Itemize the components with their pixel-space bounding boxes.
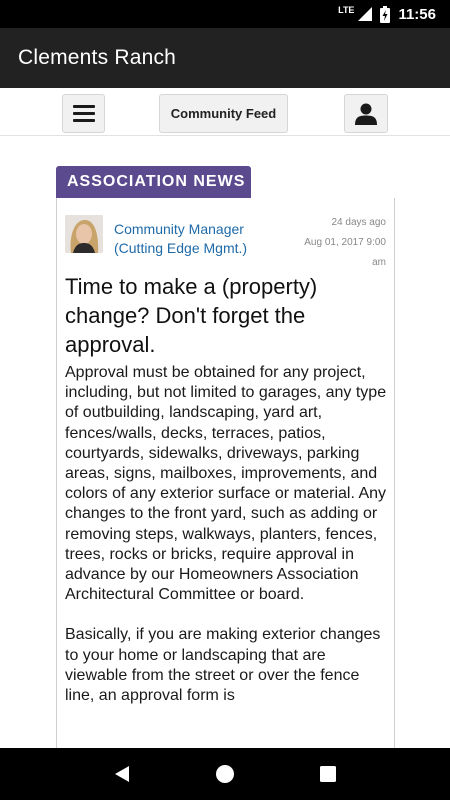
signal-icon <box>358 7 373 21</box>
app-title: Clements Ranch <box>18 46 177 69</box>
recents-icon <box>320 766 337 782</box>
post-timing: 24 days ago Aug 01, 2017 9:00 am <box>266 213 386 273</box>
network-type: LTE <box>338 5 355 15</box>
profile-button[interactable] <box>344 94 388 133</box>
author-company[interactable]: (Cutting Edge Mgmt.) <box>114 239 247 258</box>
back-button[interactable] <box>102 754 142 794</box>
body-paragraph: Approval must be obtained for any projec… <box>65 364 387 604</box>
author-role[interactable]: Community Manager <box>114 220 247 239</box>
post-date: Aug 01, 2017 9:00 <box>304 237 386 248</box>
battery-charging-icon <box>380 5 391 23</box>
clock: 11:56 <box>398 5 436 23</box>
back-icon <box>114 766 129 782</box>
home-icon <box>215 765 234 783</box>
hamburger-menu-icon <box>72 101 95 126</box>
menu-button[interactable] <box>62 94 105 133</box>
app-bar: Clements Ranch <box>0 28 450 88</box>
author-name[interactable]: Community Manager (Cutting Edge Mgmt.) <box>114 220 247 258</box>
category-tag[interactable]: ASSOCIATION NEWS <box>56 166 251 198</box>
navigation-bar <box>0 748 450 800</box>
post-date-suffix: am <box>372 257 386 268</box>
recents-button[interactable] <box>308 754 348 794</box>
post-body: Approval must be obtained for any projec… <box>65 363 387 726</box>
body-paragraph: Basically, if you are making exterior ch… <box>65 626 381 705</box>
community-feed-button[interactable]: Community Feed <box>159 94 288 133</box>
user-profile-icon <box>355 103 377 125</box>
toolbar: Community Feed <box>0 88 450 136</box>
post-card: Community Manager (Cutting Edge Mgmt.) 2… <box>56 198 395 758</box>
status-bar: LTE 11:56 <box>0 0 450 28</box>
post-title: Time to make a (property) change? Don't … <box>65 274 318 357</box>
relative-time: 24 days ago <box>331 217 387 228</box>
home-button[interactable] <box>205 754 245 794</box>
author-avatar[interactable] <box>65 215 103 253</box>
